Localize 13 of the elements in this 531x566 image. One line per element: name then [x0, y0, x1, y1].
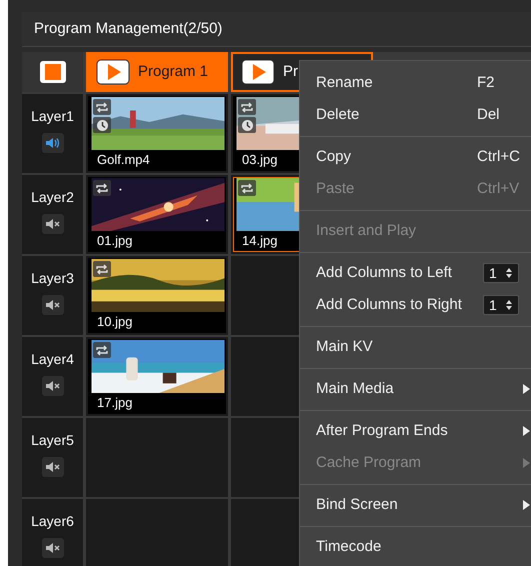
clip-name: 14.jpg — [242, 232, 278, 250]
layer-name: Layer6 — [31, 512, 74, 531]
clip-name: 01.jpg — [97, 232, 132, 250]
layer-name: Layer2 — [31, 188, 74, 207]
layer-name: Layer3 — [31, 269, 74, 288]
layer-name: Layer4 — [31, 350, 74, 369]
layer-name: Layer5 — [31, 431, 74, 450]
clip-name: 17.jpg — [97, 394, 132, 412]
clip-name: 03.jpg — [242, 151, 278, 169]
layer-name: Layer1 — [31, 107, 74, 126]
clip-name: 10.jpg — [97, 313, 132, 331]
panel-title: Program Management(2/50) — [34, 18, 222, 39]
clip-name: Golf.mp4 — [97, 151, 150, 169]
